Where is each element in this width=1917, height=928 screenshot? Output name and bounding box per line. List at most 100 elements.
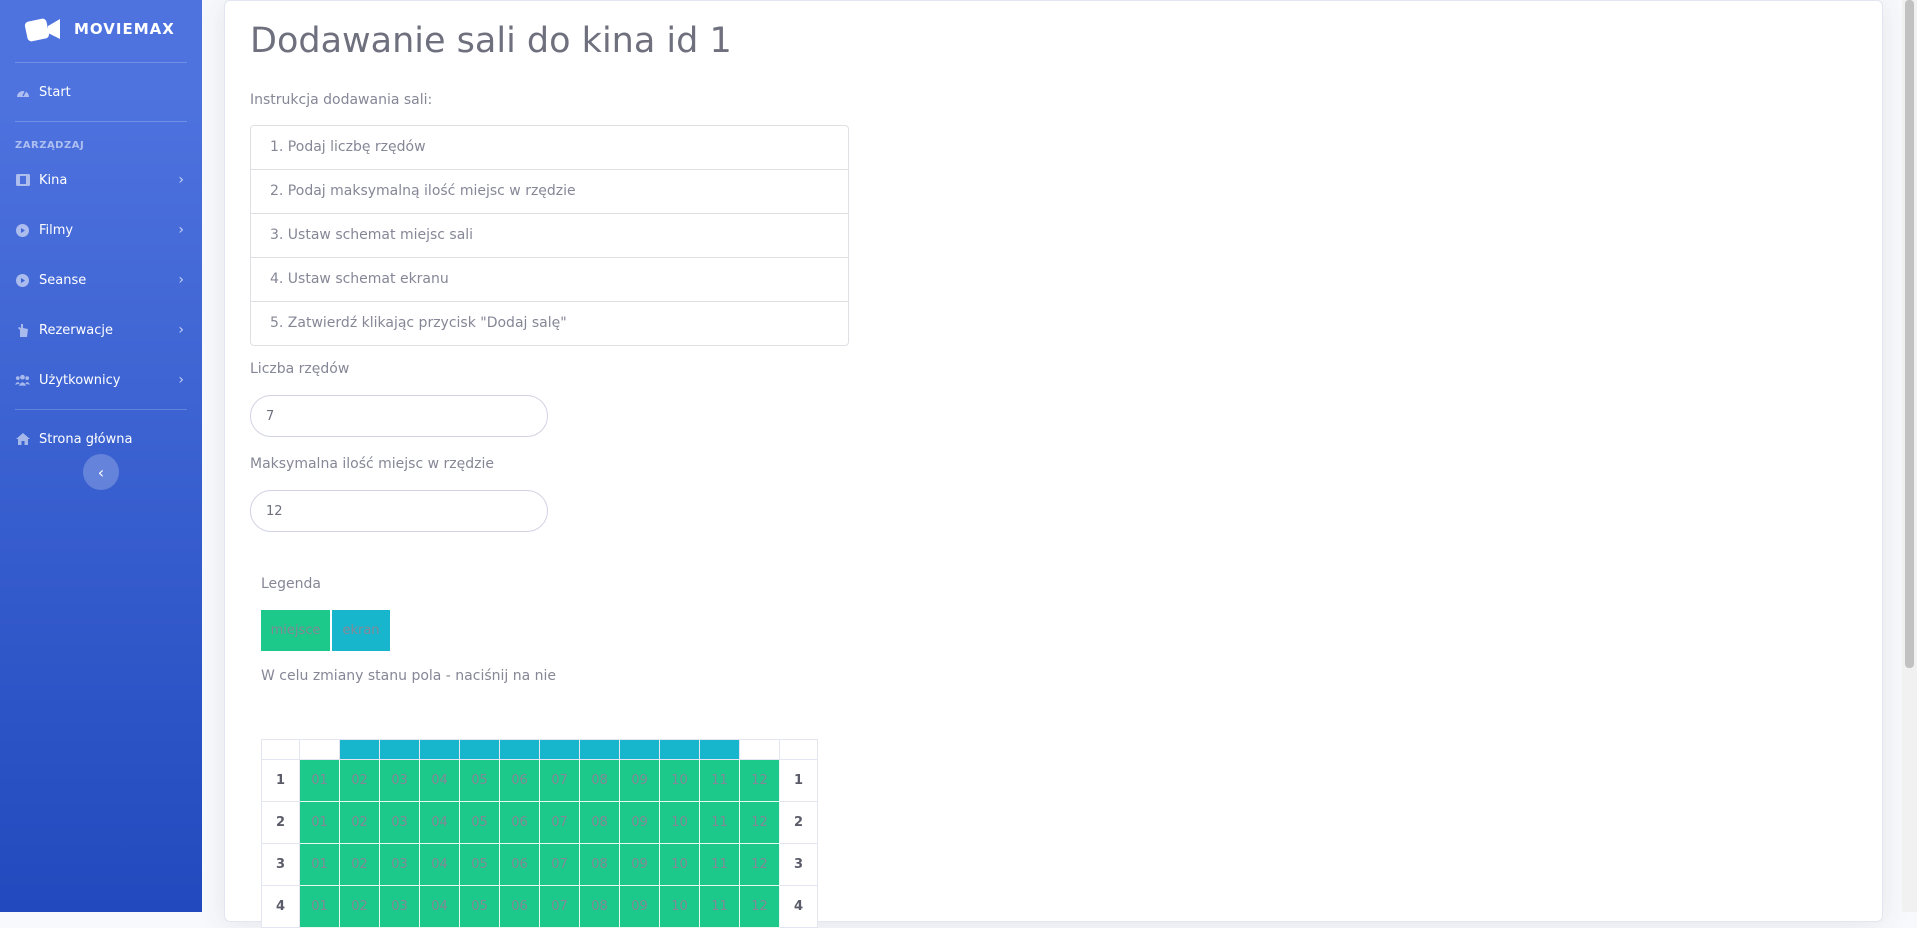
screen-cell[interactable]	[499, 739, 540, 760]
seat-cell[interactable]: 02	[339, 759, 380, 802]
seat-cell[interactable]: 09	[619, 801, 660, 844]
max-seats-input[interactable]	[250, 490, 548, 532]
seat-cell[interactable]: 05	[459, 801, 500, 844]
page-title: Dodawanie sali do kina id 1	[250, 21, 732, 61]
sidebar-divider	[15, 62, 187, 63]
list-item: 3. Ustaw schemat miejsc sali	[251, 214, 848, 258]
brand-name: MOVIEMAX	[74, 20, 175, 38]
seat-cell[interactable]: 04	[419, 843, 460, 886]
seat-cell[interactable]: 06	[499, 759, 540, 802]
sidebar-item-rezerwacje[interactable]: Rezerwacje ›	[0, 305, 202, 355]
seat-cell[interactable]: 09	[619, 759, 660, 802]
sidebar-item-uzytkownicy[interactable]: Użytkownicy ›	[0, 355, 202, 405]
screen-cell[interactable]	[699, 739, 740, 760]
table-row: 2 01 02 03 04 05 06 07 08 09 10 11 12 2	[261, 801, 818, 844]
empty-screen-cell[interactable]	[739, 739, 780, 760]
seat-cell[interactable]: 06	[499, 801, 540, 844]
rows-count-input[interactable]	[250, 395, 548, 437]
seat-cell[interactable]: 12	[739, 885, 780, 928]
scrollbar[interactable]	[1902, 0, 1917, 912]
seat-cell[interactable]: 01	[299, 885, 340, 928]
seat-cell[interactable]: 11	[699, 759, 740, 802]
seat-cell[interactable]: 02	[339, 801, 380, 844]
sidebar-item-label: Seanse	[39, 272, 87, 288]
chevron-left-icon: ‹	[97, 462, 105, 482]
sidebar-item-label: Rezerwacje	[39, 322, 113, 338]
rows-count-label: Liczba rzędów	[250, 361, 350, 377]
seat-cell[interactable]: 10	[659, 885, 700, 928]
screen-cell[interactable]	[659, 739, 700, 760]
seat-cell[interactable]: 08	[579, 759, 620, 802]
screen-cell[interactable]	[419, 739, 460, 760]
seat-cell[interactable]: 08	[579, 801, 620, 844]
seat-cell[interactable]: 10	[659, 759, 700, 802]
screen-cell[interactable]	[339, 739, 380, 760]
scrollbar-thumb[interactable]	[1905, 0, 1914, 668]
main-card: Dodawanie sali do kina id 1 Instrukcja d…	[224, 0, 1883, 928]
play-circle-icon	[15, 273, 30, 288]
sidebar-item-label: Kina	[39, 172, 68, 188]
chevron-right-icon: ›	[178, 222, 184, 238]
seat-cell[interactable]: 06	[499, 885, 540, 928]
seat-cell[interactable]: 03	[379, 759, 420, 802]
screen-cell[interactable]	[619, 739, 660, 760]
screen-cell[interactable]	[539, 739, 580, 760]
seat-cell[interactable]: 02	[339, 843, 380, 886]
seat-cell[interactable]: 08	[579, 843, 620, 886]
seat-cell[interactable]: 11	[699, 843, 740, 886]
row-label: 4	[261, 885, 300, 928]
seat-cell[interactable]: 04	[419, 759, 460, 802]
sidebar-item-label: Start	[39, 84, 71, 100]
seat-cell[interactable]: 07	[539, 759, 580, 802]
seat-cell[interactable]: 08	[579, 885, 620, 928]
screen-cell[interactable]	[379, 739, 420, 760]
home-icon	[15, 432, 30, 447]
row-label: 2	[261, 801, 300, 844]
video-camera-icon	[24, 14, 62, 44]
seat-cell[interactable]: 01	[299, 843, 340, 886]
seat-cell[interactable]: 04	[419, 801, 460, 844]
seat-cell[interactable]: 03	[379, 801, 420, 844]
screen-row	[261, 739, 818, 760]
seat-cell[interactable]: 04	[419, 885, 460, 928]
sidebar-item-filmy[interactable]: Filmy ›	[0, 205, 202, 255]
seat-cell[interactable]: 09	[619, 843, 660, 886]
seat-cell[interactable]: 03	[379, 843, 420, 886]
row-label: 2	[779, 801, 818, 844]
seat-cell[interactable]: 12	[739, 801, 780, 844]
screen-cell[interactable]	[459, 739, 500, 760]
seat-cell[interactable]: 02	[339, 885, 380, 928]
row-label: 3	[261, 843, 300, 886]
seat-cell[interactable]: 10	[659, 843, 700, 886]
seat-cell[interactable]: 05	[459, 885, 500, 928]
corner-cell	[261, 739, 300, 760]
seat-cell[interactable]: 05	[459, 843, 500, 886]
seat-cell[interactable]: 07	[539, 843, 580, 886]
seat-cell[interactable]: 12	[739, 843, 780, 886]
seat-cell[interactable]: 07	[539, 885, 580, 928]
seat-cell[interactable]: 09	[619, 885, 660, 928]
seat-cell[interactable]: 01	[299, 801, 340, 844]
brand[interactable]: MOVIEMAX	[0, 0, 202, 58]
seat-cell[interactable]: 10	[659, 801, 700, 844]
seat-cell[interactable]: 11	[699, 801, 740, 844]
list-item: 2. Podaj maksymalną ilość miejsc w rzędz…	[251, 170, 848, 214]
empty-screen-cell[interactable]	[299, 739, 340, 760]
seat-cell[interactable]: 11	[699, 885, 740, 928]
corner-cell	[779, 739, 818, 760]
seat-cell[interactable]: 06	[499, 843, 540, 886]
seat-cell[interactable]: 05	[459, 759, 500, 802]
sidebar-item-label: Użytkownicy	[39, 372, 121, 388]
seat-cell[interactable]: 01	[299, 759, 340, 802]
row-label: 3	[779, 843, 818, 886]
screen-cell[interactable]	[579, 739, 620, 760]
sidebar-item-kina[interactable]: Kina ›	[0, 155, 202, 205]
seat-cell[interactable]: 07	[539, 801, 580, 844]
sidebar-item-label: Filmy	[39, 222, 74, 238]
sidebar-item-seanse[interactable]: Seanse ›	[0, 255, 202, 305]
seat-cell[interactable]: 12	[739, 759, 780, 802]
sidebar-toggle-button[interactable]: ‹	[83, 454, 119, 490]
seat-cell[interactable]: 03	[379, 885, 420, 928]
film-icon	[15, 173, 30, 188]
sidebar-item-start[interactable]: Start	[0, 67, 202, 117]
